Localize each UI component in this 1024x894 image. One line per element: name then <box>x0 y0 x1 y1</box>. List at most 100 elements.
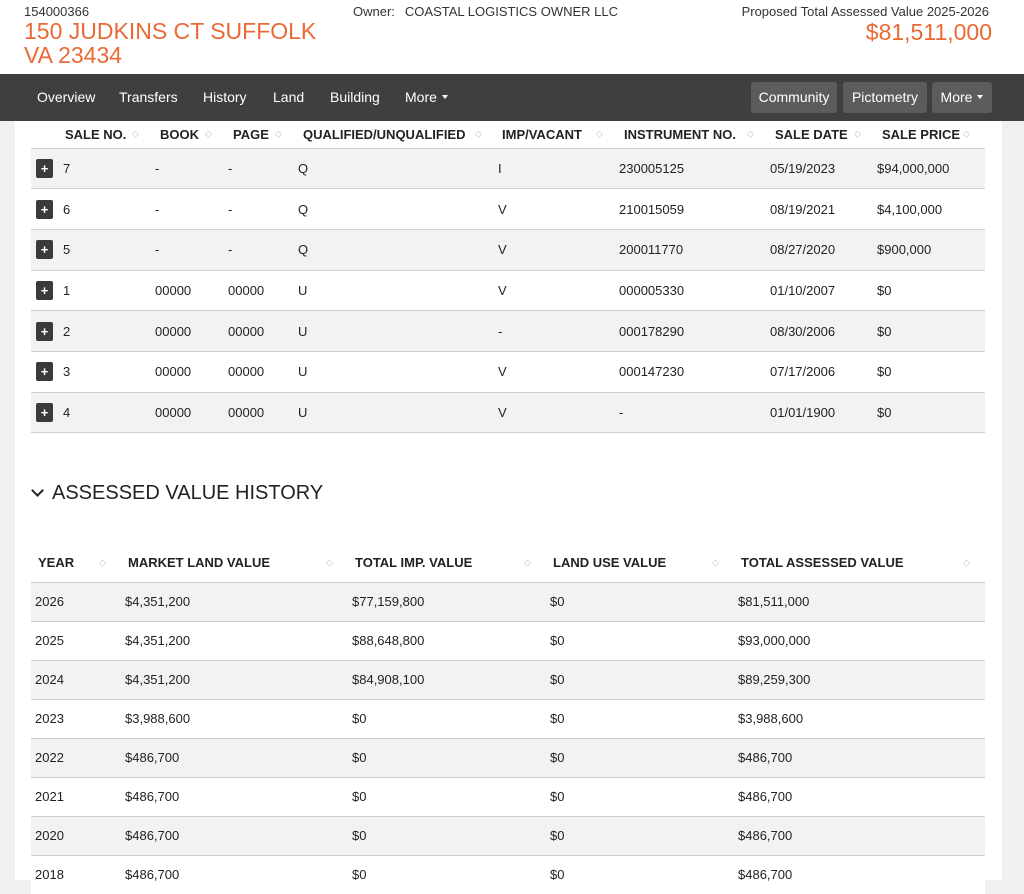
expand-plus-icon[interactable]: + <box>36 280 53 300</box>
owner-label: Owner: <box>353 4 395 19</box>
year-cell: 2018 <box>31 854 121 894</box>
qualified-cell: Q <box>298 147 498 189</box>
col-total-assessed-value[interactable]: TOTAL ASSESSED VALUE ◇ <box>734 544 985 582</box>
col-total-imp-value[interactable]: TOTAL IMP. VALUE ◇ <box>348 544 546 582</box>
col-instrument-no[interactable]: INSTRUMENT NO. ◇ <box>619 121 770 148</box>
col-page[interactable]: PAGE ◇ <box>228 121 298 148</box>
col-sale-no[interactable]: SALE NO. ◇ <box>31 121 155 148</box>
community-button[interactable]: Community <box>751 82 837 113</box>
expand-plus-icon[interactable]: + <box>36 402 53 422</box>
sale-date-cell: 01/10/2007 <box>770 269 877 311</box>
chevron-down-icon <box>31 484 44 497</box>
total-assessed-cell: $89,259,300 <box>734 659 985 699</box>
address-line-1: 150 JUDKINS CT SUFFOLK <box>24 18 317 44</box>
sale-price-cell: $94,000,000 <box>877 147 985 189</box>
market-land-cell: $486,700 <box>121 737 348 777</box>
instrument-cell: 200011770 <box>619 228 770 271</box>
sale-date-cell: 01/01/1900 <box>770 391 877 433</box>
book-cell: - <box>155 147 228 189</box>
assessed-row: 2026 $4,351,200 $77,159,800 $0 $81,511,0… <box>31 581 985 621</box>
instrument-cell: 000005330 <box>619 269 770 311</box>
imp-vacant-cell: V <box>498 350 619 393</box>
col-land-use-value[interactable]: LAND USE VALUE ◇ <box>546 544 734 582</box>
nav-building[interactable]: Building <box>330 74 380 121</box>
sort-icon: ◇ <box>132 128 139 139</box>
nav-overview[interactable]: Overview <box>37 74 95 121</box>
col-year[interactable]: YEAR ◇ <box>31 544 121 582</box>
instrument-cell: 000147230 <box>619 350 770 393</box>
expand-plus-icon[interactable]: + <box>36 158 53 178</box>
book-cell: - <box>155 228 228 271</box>
nav-history[interactable]: History <box>203 74 247 121</box>
owner-info: Owner: COASTAL LOGISTICS OWNER LLC <box>353 4 618 19</box>
qualified-cell: U <box>298 310 498 352</box>
assessed-value-label: Proposed Total Assessed Value 2025-2026 <box>741 4 989 19</box>
expand-plus-icon[interactable]: + <box>36 199 53 219</box>
col-imp-vacant[interactable]: IMP/VACANT ◇ <box>498 121 619 148</box>
year-cell: 2023 <box>31 698 121 738</box>
section-title: ASSESSED VALUE HISTORY <box>52 482 324 504</box>
assessed-header-row: YEAR ◇ MARKET LAND VALUE ◇ TOTAL IMP. VALU… <box>31 544 985 582</box>
assessed-value-history-toggle[interactable]: ASSESSED VALUE HISTORY <box>31 482 324 505</box>
land-use-cell: $0 <box>546 581 734 621</box>
sale-date-cell: 05/19/2023 <box>770 147 877 189</box>
total-imp-cell: $77,159,800 <box>348 581 546 621</box>
sales-row: +4 00000 00000 U V - 01/01/1900 $0 <box>31 391 985 433</box>
sort-icon: ◇ <box>326 557 333 568</box>
page-cell: 00000 <box>228 269 298 311</box>
sales-row: +6 - - Q V 210015059 08/19/2021 $4,100,0… <box>31 188 985 230</box>
sort-icon: ◇ <box>275 128 282 139</box>
col-book[interactable]: BOOK ◇ <box>155 121 228 148</box>
sort-icon: ◇ <box>475 128 482 139</box>
market-land-cell: $486,700 <box>121 854 348 894</box>
sale-price-cell: $900,000 <box>877 228 985 271</box>
expand-plus-icon[interactable]: + <box>36 321 53 341</box>
sale-no-cell: +3 <box>31 350 155 393</box>
instrument-cell: 210015059 <box>619 188 770 230</box>
page-cell: - <box>228 147 298 189</box>
assessed-row: 2024 $4,351,200 $84,908,100 $0 $89,259,3… <box>31 659 985 699</box>
page-cell: 00000 <box>228 391 298 433</box>
assessed-row: 2025 $4,351,200 $88,648,800 $0 $93,000,0… <box>31 620 985 660</box>
pictometry-button[interactable]: Pictometry <box>843 82 927 113</box>
page-cell: - <box>228 228 298 271</box>
nav-transfers[interactable]: Transfers <box>119 74 178 121</box>
sales-table: SALE NO. ◇ BOOK ◇ PAGE ◇ QUALIFIED/UNQUALIF… <box>31 121 985 433</box>
property-address: 150 JUDKINS CT SUFFOLK VA 23434 <box>24 19 316 67</box>
sort-icon: ◇ <box>963 557 970 568</box>
instrument-cell: 000178290 <box>619 310 770 352</box>
col-market-land-value[interactable]: MARKET LAND VALUE ◇ <box>121 544 348 582</box>
assessed-row: 2023 $3,988,600 $0 $0 $3,988,600 <box>31 698 985 738</box>
sale-no-cell: +6 <box>31 188 155 230</box>
sale-date-cell: 08/27/2020 <box>770 228 877 271</box>
market-land-cell: $3,988,600 <box>121 698 348 738</box>
more-button[interactable]: More <box>932 82 992 113</box>
qualified-cell: U <box>298 350 498 393</box>
land-use-cell: $0 <box>546 659 734 699</box>
book-cell: 00000 <box>155 391 228 433</box>
market-land-cell: $4,351,200 <box>121 581 348 621</box>
total-assessed-cell: $486,700 <box>734 854 985 894</box>
property-header: 154000366 150 JUDKINS CT SUFFOLK VA 2343… <box>0 0 1024 75</box>
sales-row: +5 - - Q V 200011770 08/27/2020 $900,000 <box>31 228 985 271</box>
nav-land[interactable]: Land <box>273 74 304 121</box>
total-imp-cell: $0 <box>348 737 546 777</box>
col-qualified[interactable]: QUALIFIED/UNQUALIFIED ◇ <box>298 121 498 148</box>
total-assessed-cell: $93,000,000 <box>734 620 985 660</box>
land-use-cell: $0 <box>546 815 734 855</box>
expand-plus-icon[interactable]: + <box>36 240 53 260</box>
expand-plus-icon[interactable]: + <box>36 362 53 382</box>
total-imp-cell: $0 <box>348 815 546 855</box>
year-cell: 2025 <box>31 620 121 660</box>
qualified-cell: Q <box>298 188 498 230</box>
land-use-cell: $0 <box>546 854 734 894</box>
nav-more-dropdown[interactable]: More <box>405 74 448 121</box>
sort-icon: ◇ <box>596 128 603 139</box>
land-use-cell: $0 <box>546 737 734 777</box>
book-cell: 00000 <box>155 269 228 311</box>
year-cell: 2022 <box>31 737 121 777</box>
col-sale-date[interactable]: SALE DATE ◇ <box>770 121 877 148</box>
col-sale-price[interactable]: SALE PRICE ◇ <box>877 121 985 148</box>
qualified-cell: U <box>298 391 498 433</box>
page-cell: 00000 <box>228 310 298 352</box>
